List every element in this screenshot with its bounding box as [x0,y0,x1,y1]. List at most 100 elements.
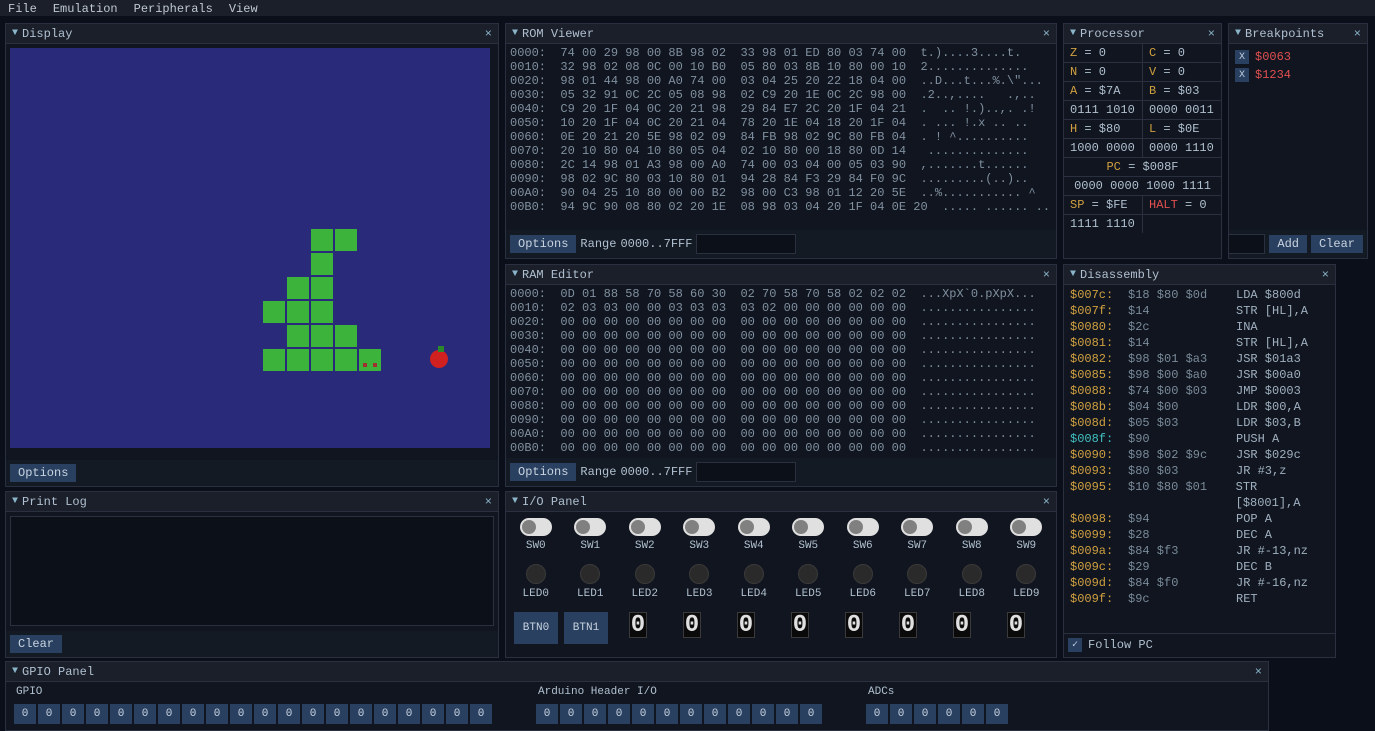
arduino-bit[interactable]: 0 [536,704,558,724]
menu-peripherals[interactable]: Peripherals [134,2,213,14]
bp-clear-button[interactable]: Clear [1311,235,1363,253]
disasm-row[interactable]: $0099:$28DEC A [1066,527,1333,543]
disasm-row[interactable]: $007f:$14STR [HL],A [1066,303,1333,319]
arduino-bit[interactable]: 0 [584,704,606,724]
gpio-bit[interactable]: 0 [374,704,396,724]
arduino-bit[interactable]: 0 [680,704,702,724]
menu-file[interactable]: File [8,2,37,14]
switch-sw7[interactable] [901,518,933,536]
collapse-icon[interactable]: ▼ [512,269,518,280]
gpio-bit[interactable]: 0 [86,704,108,724]
gpio-bit[interactable]: 0 [230,704,252,724]
close-icon[interactable]: × [1043,495,1050,509]
gpio-bit[interactable]: 0 [470,704,492,724]
gpio-bit[interactable]: 0 [182,704,204,724]
gpio-bit[interactable]: 0 [38,704,60,724]
gpio-bit[interactable]: 0 [446,704,468,724]
disasm-row[interactable]: $008b:$04 $00LDR $00,A [1066,399,1333,415]
ram-range-input[interactable] [696,462,796,482]
close-icon[interactable]: × [1354,27,1361,41]
close-icon[interactable]: × [1255,665,1262,679]
gpio-bit[interactable]: 0 [398,704,420,724]
disasm-row[interactable]: $0082:$98 $01 $a3JSR $01a3 [1066,351,1333,367]
switch-sw2[interactable] [629,518,661,536]
gpio-bit[interactable]: 0 [422,704,444,724]
collapse-icon[interactable]: ▼ [512,496,518,507]
follow-pc-checkbox[interactable]: ✓ [1068,638,1082,652]
collapse-icon[interactable]: ▼ [1070,28,1076,39]
menu-emulation[interactable]: Emulation [53,2,118,14]
rom-range-input[interactable] [696,234,796,254]
gpio-bit[interactable]: 0 [206,704,228,724]
bp-delete-button[interactable]: X [1235,50,1249,64]
collapse-icon[interactable]: ▼ [12,28,18,39]
disasm-row[interactable]: $008f:$90PUSH A [1066,431,1333,447]
collapse-icon[interactable]: ▼ [12,496,18,507]
disasm-row[interactable]: $008d:$05 $03LDR $03,B [1066,415,1333,431]
rom-options-button[interactable]: Options [510,235,576,253]
close-icon[interactable]: × [485,27,492,41]
switch-sw1[interactable] [574,518,606,536]
gpio-bit[interactable]: 0 [326,704,348,724]
collapse-icon[interactable]: ▼ [1070,269,1076,280]
disasm-row[interactable]: $0095:$10 $80 $01STR [$8001],A [1066,479,1333,511]
menu-view[interactable]: View [229,2,258,14]
gpio-bit[interactable]: 0 [302,704,324,724]
arduino-bit[interactable]: 0 [800,704,822,724]
arduino-bit[interactable]: 0 [632,704,654,724]
disasm-row[interactable]: $007c:$18 $80 $0dLDA $800d [1066,287,1333,303]
switch-sw3[interactable] [683,518,715,536]
switch-sw0[interactable] [520,518,552,536]
disasm-row[interactable]: $009a:$84 $f3JR #-13,nz [1066,543,1333,559]
close-icon[interactable]: × [1322,268,1329,282]
switch-sw6[interactable] [847,518,879,536]
ram-options-button[interactable]: Options [510,463,576,481]
close-icon[interactable]: × [1043,27,1050,41]
gpio-bit[interactable]: 0 [158,704,180,724]
disasm-row[interactable]: $0093:$80 $03JR #3,z [1066,463,1333,479]
io-button-btn1[interactable]: BTN1 [564,612,608,644]
disasm-row[interactable]: $0098:$94POP A [1066,511,1333,527]
disasm-row[interactable]: $009d:$84 $f0JR #-16,nz [1066,575,1333,591]
switch-sw9[interactable] [1010,518,1042,536]
close-icon[interactable]: × [1043,268,1050,282]
disasm-row[interactable]: $009f:$9cRET [1066,591,1333,607]
arduino-bit[interactable]: 0 [608,704,630,724]
gpio-bit[interactable]: 0 [350,704,372,724]
disasm-row[interactable]: $0085:$98 $00 $a0JSR $00a0 [1066,367,1333,383]
gpio-bit[interactable]: 0 [14,704,36,724]
arduino-bit[interactable]: 0 [560,704,582,724]
arduino-bit[interactable]: 0 [704,704,726,724]
collapse-icon[interactable]: ▼ [12,666,18,677]
ram-hexdump[interactable]: 0000: 0D 01 88 58 70 58 60 30 02 70 58 7… [506,285,1056,457]
display-options-button[interactable]: Options [10,464,76,482]
printlog-clear-button[interactable]: Clear [10,635,62,653]
close-icon[interactable]: × [485,495,492,509]
disasm-row[interactable]: $0080:$2cINA [1066,319,1333,335]
disasm-row[interactable]: $0081:$14STR [HL],A [1066,335,1333,351]
bp-add-button[interactable]: Add [1269,235,1307,253]
gpio-bit[interactable]: 0 [110,704,132,724]
gpio-bit[interactable]: 0 [254,704,276,724]
bp-addr-input[interactable] [1229,234,1265,254]
io-button-btn0[interactable]: BTN0 [514,612,558,644]
arduino-bit[interactable]: 0 [728,704,750,724]
adc-bit[interactable]: 0 [866,704,888,724]
close-icon[interactable]: × [1208,27,1215,41]
adc-bit[interactable]: 0 [914,704,936,724]
adc-bit[interactable]: 0 [938,704,960,724]
adc-bit[interactable]: 0 [962,704,984,724]
arduino-bit[interactable]: 0 [752,704,774,724]
switch-sw5[interactable] [792,518,824,536]
arduino-bit[interactable]: 0 [656,704,678,724]
adc-bit[interactable]: 0 [890,704,912,724]
display-canvas[interactable] [10,48,490,448]
arduino-bit[interactable]: 0 [776,704,798,724]
collapse-icon[interactable]: ▼ [1235,28,1241,39]
gpio-bit[interactable]: 0 [134,704,156,724]
bp-delete-button[interactable]: X [1235,68,1249,82]
collapse-icon[interactable]: ▼ [512,28,518,39]
switch-sw4[interactable] [738,518,770,536]
adc-bit[interactable]: 0 [986,704,1008,724]
gpio-bit[interactable]: 0 [62,704,84,724]
